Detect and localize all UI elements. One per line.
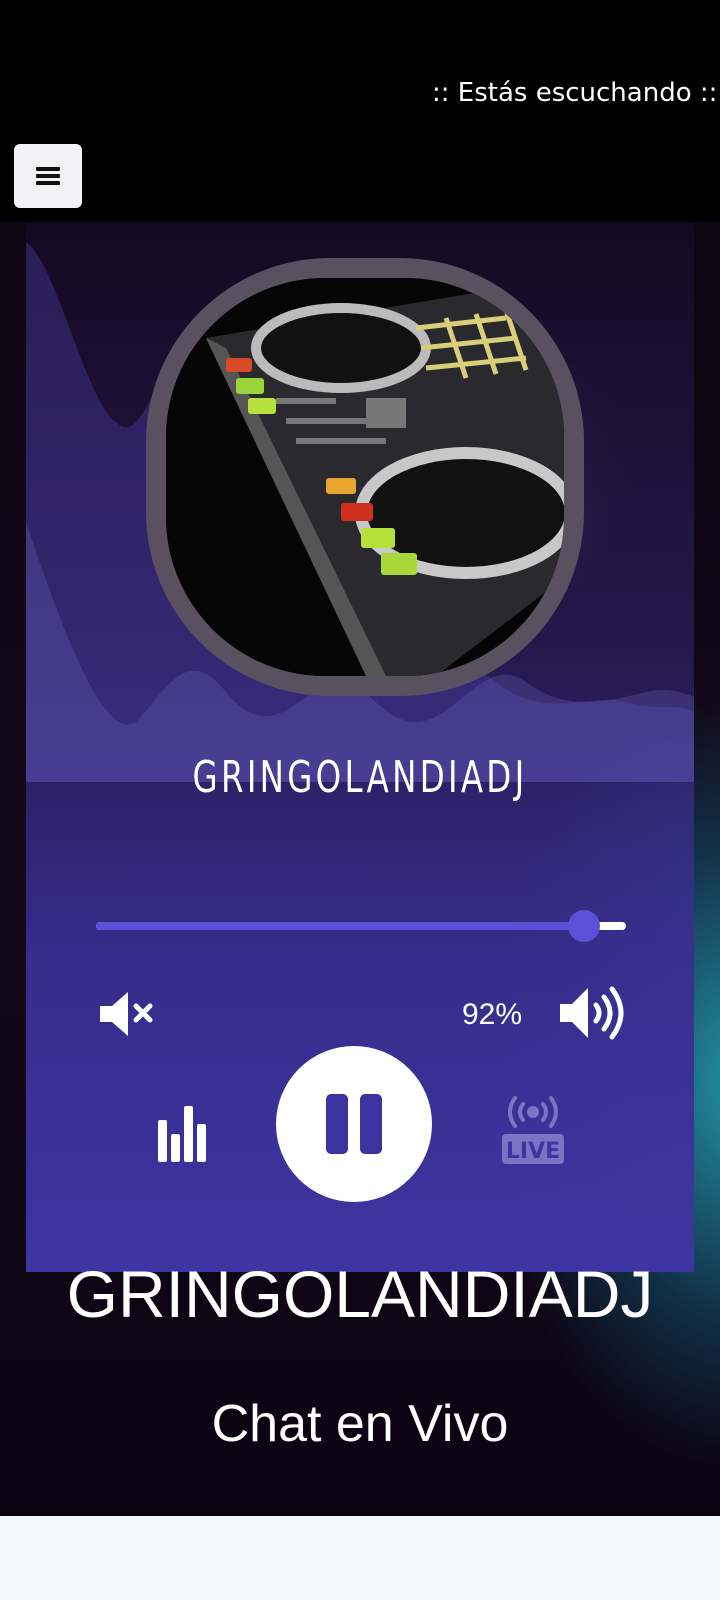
play-pause-button[interactable] [276, 1046, 432, 1202]
top-header: :: Estás escuchando :: G [0, 0, 720, 222]
album-art-dj-controller [166, 278, 564, 676]
bottom-bar [0, 1516, 720, 1600]
volume-slider-fill [96, 922, 584, 930]
now-playing-marquee: :: Estás escuchando :: G [432, 78, 720, 108]
chat-link[interactable]: Chat en Vivo [0, 1394, 720, 1454]
player-panel: GRINGOLANDIADJ 92% LIVE [26, 222, 694, 1272]
album-art-frame [146, 258, 584, 696]
live-broadcast-icon[interactable]: LIVE [500, 1094, 566, 1166]
volume-mute-icon[interactable] [98, 990, 158, 1038]
menu-button[interactable] [14, 144, 82, 208]
volume-slider[interactable] [96, 910, 626, 942]
hamburger-icon [36, 167, 60, 185]
pause-icon [320, 1094, 388, 1154]
page-title: GRINGOLANDIADJ [66, 1257, 654, 1331]
hero-section: GRINGOLANDIADJ 92% LIVE GRINGOLANDIADJ C… [0, 222, 720, 1516]
volume-up-icon[interactable] [558, 984, 628, 1042]
volume-slider-thumb[interactable] [567, 910, 600, 942]
equalizer-icon[interactable] [156, 1100, 216, 1162]
live-label: LIVE [506, 1139, 560, 1164]
station-name: GRINGOLANDIADJ [192, 752, 528, 803]
volume-percentage: 92% [462, 998, 523, 1031]
